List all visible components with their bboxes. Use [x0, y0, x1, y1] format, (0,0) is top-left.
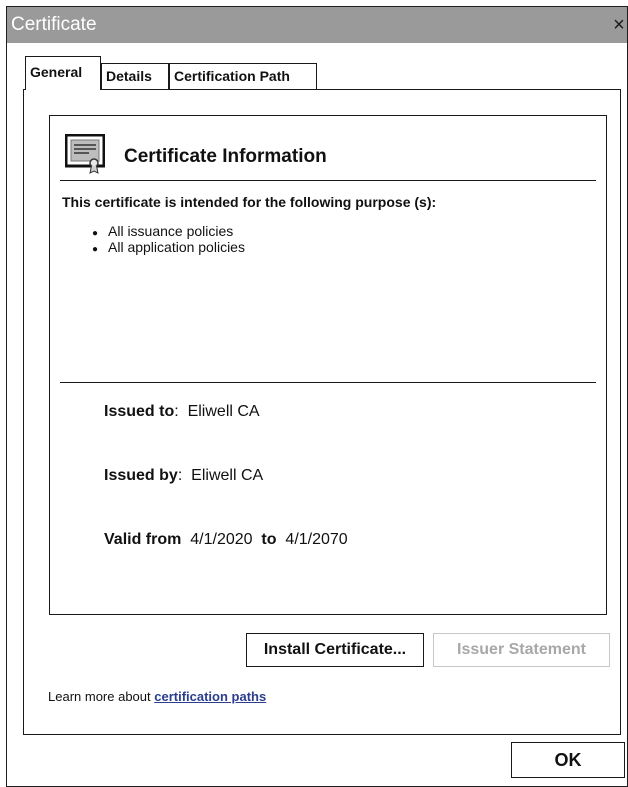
issued-to-row: Issued to: Eliwell CA: [104, 403, 260, 420]
validity-row: Valid from 4/1/2020 to 4/1/2070: [104, 531, 348, 549]
valid-to-label: to: [261, 531, 277, 548]
issued-to-label: Issued to: [104, 403, 175, 420]
divider: [60, 180, 596, 181]
valid-from-value: 4/1/2020: [190, 531, 253, 548]
purpose-heading: This certificate is intended for the fol…: [62, 194, 437, 210]
window-title: Certificate: [11, 14, 97, 35]
learn-more-text: Learn more about certification paths: [48, 689, 266, 704]
certificate-icon: [65, 134, 105, 174]
purpose-text: All application policies: [108, 239, 245, 255]
issued-by-label: Issued by: [104, 467, 178, 484]
issuer-statement-button[interactable]: Issuer Statement: [433, 633, 610, 667]
divider: [60, 382, 596, 383]
purpose-list: ● All issuance policies ● All application …: [92, 223, 245, 255]
list-item: ● All application policies: [92, 239, 245, 255]
close-icon[interactable]: ×: [611, 13, 627, 37]
title-bar[interactable]: Certificate ×: [7, 7, 627, 43]
tab-general[interactable]: General: [25, 56, 101, 90]
valid-to-value: 4/1/2070: [285, 531, 348, 548]
valid-from-label: Valid from: [104, 531, 182, 548]
certificate-dialog: Certificate × General Details Certificat…: [6, 6, 628, 787]
bullet-icon: ●: [92, 244, 99, 255]
ok-button[interactable]: OK: [511, 742, 625, 778]
issued-by-value: Eliwell CA: [191, 467, 264, 484]
issued-by-row: Issued by: Eliwell CA: [104, 467, 264, 484]
certificate-info-box: Certificate Information This certificate…: [49, 115, 607, 615]
list-item: ● All issuance policies: [92, 223, 245, 239]
issued-to-value: Eliwell CA: [187, 403, 260, 420]
install-certificate-button[interactable]: Install Certificate...: [246, 633, 424, 667]
purpose-text: All issuance policies: [108, 223, 234, 239]
certification-paths-link[interactable]: certification paths: [154, 689, 266, 704]
tab-certification-path[interactable]: Certification Path: [169, 63, 317, 89]
learn-more-prefix: Learn more about: [48, 689, 155, 704]
tab-details[interactable]: Details: [101, 63, 169, 89]
general-tab-panel: Certificate Information This certificate…: [23, 89, 621, 735]
info-title: Certificate Information: [124, 146, 327, 167]
